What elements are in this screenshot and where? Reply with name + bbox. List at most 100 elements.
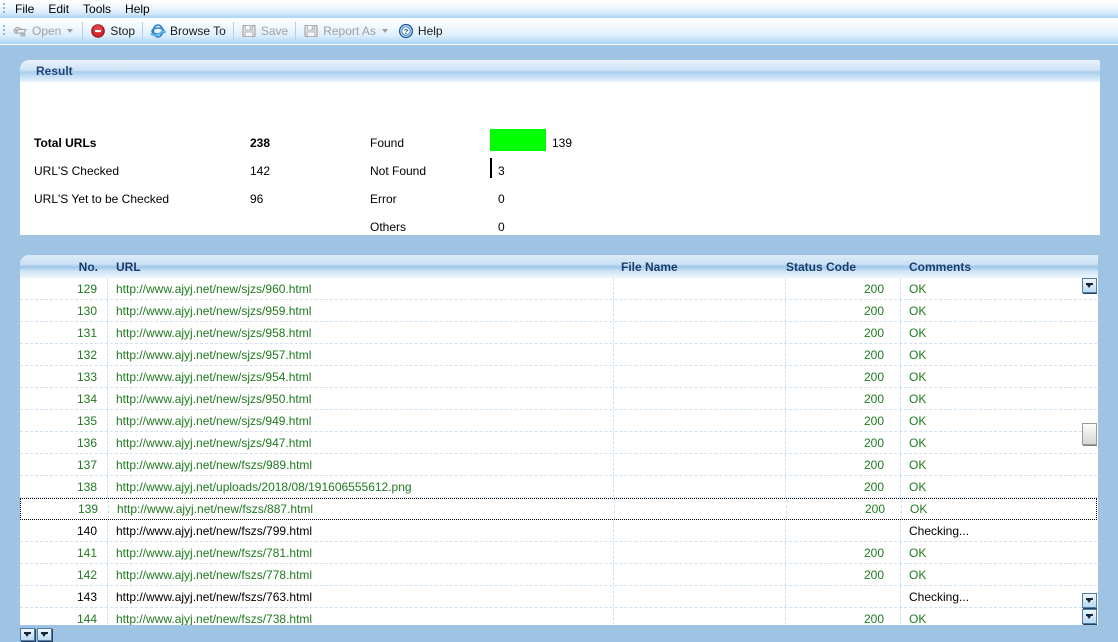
cell-url: http://www.ajyj.net/new/fszs/738.html	[108, 608, 613, 625]
arrow-up-icon	[1086, 282, 1093, 289]
cell-status	[786, 520, 901, 541]
cell-no: 137	[20, 454, 108, 475]
save-button[interactable]: Save	[237, 20, 292, 42]
table-row[interactable]: 139http://www.ajyj.net/new/fszs/887.html…	[20, 498, 1097, 520]
table-row[interactable]: 130http://www.ajyj.net/new/sjzs/959.html…	[20, 300, 1097, 322]
cell-no: 129	[20, 278, 108, 299]
scroll-thumb[interactable]	[1082, 423, 1097, 445]
menu-bar-gripper[interactable]	[0, 0, 8, 18]
cell-no: 130	[20, 300, 108, 321]
column-header-filename[interactable]: File Name	[613, 260, 786, 274]
menu-item-file[interactable]: File	[8, 0, 41, 18]
cell-url: http://www.ajyj.net/new/fszs/887.html	[109, 499, 614, 519]
cell-status: 200	[786, 564, 901, 585]
cell-comment: OK	[901, 564, 1081, 585]
cell-url: http://www.ajyj.net/new/sjzs/958.html	[108, 322, 613, 343]
cell-status: 200	[786, 322, 901, 343]
not-found-bar	[490, 158, 492, 178]
table-row[interactable]: 132http://www.ajyj.net/new/sjzs/957.html…	[20, 344, 1097, 366]
stop-button[interactable]: Stop	[86, 20, 139, 42]
result-panel-body: Total URLs 238 URL'S Checked 142 URL'S Y…	[20, 82, 1100, 235]
cell-comment: OK	[901, 410, 1081, 431]
report-as-button[interactable]: Report As	[299, 20, 394, 42]
open-dropdown-caret-icon[interactable]	[67, 29, 73, 33]
column-header-url[interactable]: URL	[108, 260, 613, 274]
table-row[interactable]: 134http://www.ajyj.net/new/sjzs/950.html…	[20, 388, 1097, 410]
toolbar-separator	[233, 22, 234, 40]
cell-comment: OK	[901, 476, 1081, 497]
cell-no: 143	[20, 586, 108, 607]
menu-item-help[interactable]: Help	[118, 0, 157, 18]
not-found-value: 3	[498, 164, 505, 178]
stop-button-label: Stop	[110, 24, 135, 38]
toolbar-gripper[interactable]	[0, 18, 8, 44]
scroll-right-button[interactable]	[37, 628, 52, 641]
help-button[interactable]: ? Help	[394, 20, 447, 42]
cell-comment: Checking...	[901, 520, 1081, 541]
column-header-statuscode[interactable]: Status Code	[786, 260, 901, 274]
cell-status: 200	[786, 300, 901, 321]
scroll-page-down-button[interactable]	[1082, 593, 1097, 608]
arrow-right-icon	[41, 631, 48, 638]
arrow-down-icon	[1086, 597, 1093, 604]
cell-no: 144	[20, 608, 108, 625]
table-row[interactable]: 140http://www.ajyj.net/new/fszs/799.html…	[20, 520, 1097, 542]
table-row[interactable]: 137http://www.ajyj.net/new/fszs/989.html…	[20, 454, 1097, 476]
cell-comment: OK	[901, 432, 1081, 453]
cell-url: http://www.ajyj.net/new/sjzs/954.html	[108, 366, 613, 387]
table-row[interactable]: 142http://www.ajyj.net/new/fszs/778.html…	[20, 564, 1097, 586]
cell-status: 200	[786, 542, 901, 563]
cell-comment: OK	[901, 454, 1081, 475]
table-row[interactable]: 138http://www.ajyj.net/uploads/2018/08/1…	[20, 476, 1097, 498]
scroll-down-button[interactable]	[1082, 609, 1097, 624]
menu-item-edit[interactable]: Edit	[41, 0, 76, 18]
table-row[interactable]: 141http://www.ajyj.net/new/fszs/781.html…	[20, 542, 1097, 564]
urls-yet-to-be-checked-label: URL'S Yet to be Checked	[34, 192, 169, 206]
cell-url: http://www.ajyj.net/new/sjzs/949.html	[108, 410, 613, 431]
cell-url: http://www.ajyj.net/new/sjzs/947.html	[108, 432, 613, 453]
scroll-left-button[interactable]	[20, 628, 35, 641]
help-button-label: Help	[418, 24, 443, 38]
cell-no: 135	[20, 410, 108, 431]
cell-no: 138	[20, 476, 108, 497]
browse-to-button[interactable]: Browse To	[146, 20, 230, 42]
grid-horizontal-scrollbar[interactable]	[20, 628, 52, 642]
open-button[interactable]: Open	[8, 20, 79, 42]
table-row[interactable]: 143http://www.ajyj.net/new/fszs/763.html…	[20, 586, 1097, 608]
grid-vertical-scrollbar[interactable]	[1081, 278, 1097, 625]
cell-filename	[613, 432, 786, 453]
table-row[interactable]: 133http://www.ajyj.net/new/sjzs/954.html…	[20, 366, 1097, 388]
found-value: 139	[552, 136, 572, 150]
table-row[interactable]: 131http://www.ajyj.net/new/sjzs/958.html…	[20, 322, 1097, 344]
column-header-comments[interactable]: Comments	[901, 260, 1081, 274]
menu-item-tools[interactable]: Tools	[76, 0, 118, 18]
report-as-dropdown-caret-icon[interactable]	[382, 29, 388, 33]
found-label: Found	[370, 136, 404, 150]
table-row[interactable]: 135http://www.ajyj.net/new/sjzs/949.html…	[20, 410, 1097, 432]
column-header-no[interactable]: No.	[20, 260, 108, 274]
cell-status: 200	[786, 344, 901, 365]
results-grid-body[interactable]: 129http://www.ajyj.net/new/sjzs/960.html…	[20, 278, 1098, 625]
cell-no: 142	[20, 564, 108, 585]
table-row[interactable]: 144http://www.ajyj.net/new/fszs/738.html…	[20, 608, 1097, 625]
result-panel-header: Result	[20, 60, 1100, 82]
table-row[interactable]: 136http://www.ajyj.net/new/sjzs/947.html…	[20, 432, 1097, 454]
floppy-disk-icon	[241, 23, 257, 39]
cell-url: http://www.ajyj.net/new/sjzs/959.html	[108, 300, 613, 321]
table-row[interactable]: 129http://www.ajyj.net/new/sjzs/960.html…	[20, 278, 1097, 300]
cell-url: http://www.ajyj.net/new/fszs/799.html	[108, 520, 613, 541]
cell-no: 140	[20, 520, 108, 541]
toolbar-separator	[82, 22, 83, 40]
total-urls-value: 238	[250, 136, 270, 150]
results-grid-panel: No. URL File Name Status Code Comments 1…	[20, 255, 1098, 625]
not-found-label: Not Found	[370, 164, 426, 178]
cell-filename	[613, 322, 786, 343]
toolbar: Open Stop Browse To	[0, 18, 1118, 45]
menu-bar: File Edit Tools Help	[0, 0, 1118, 18]
results-grid-header: No. URL File Name Status Code Comments	[20, 255, 1098, 278]
cell-url: http://www.ajyj.net/new/sjzs/950.html	[108, 388, 613, 409]
total-urls-label: Total URLs	[34, 136, 96, 150]
cell-status	[786, 586, 901, 607]
cell-comment: OK	[901, 542, 1081, 563]
scroll-up-button[interactable]	[1082, 278, 1097, 293]
